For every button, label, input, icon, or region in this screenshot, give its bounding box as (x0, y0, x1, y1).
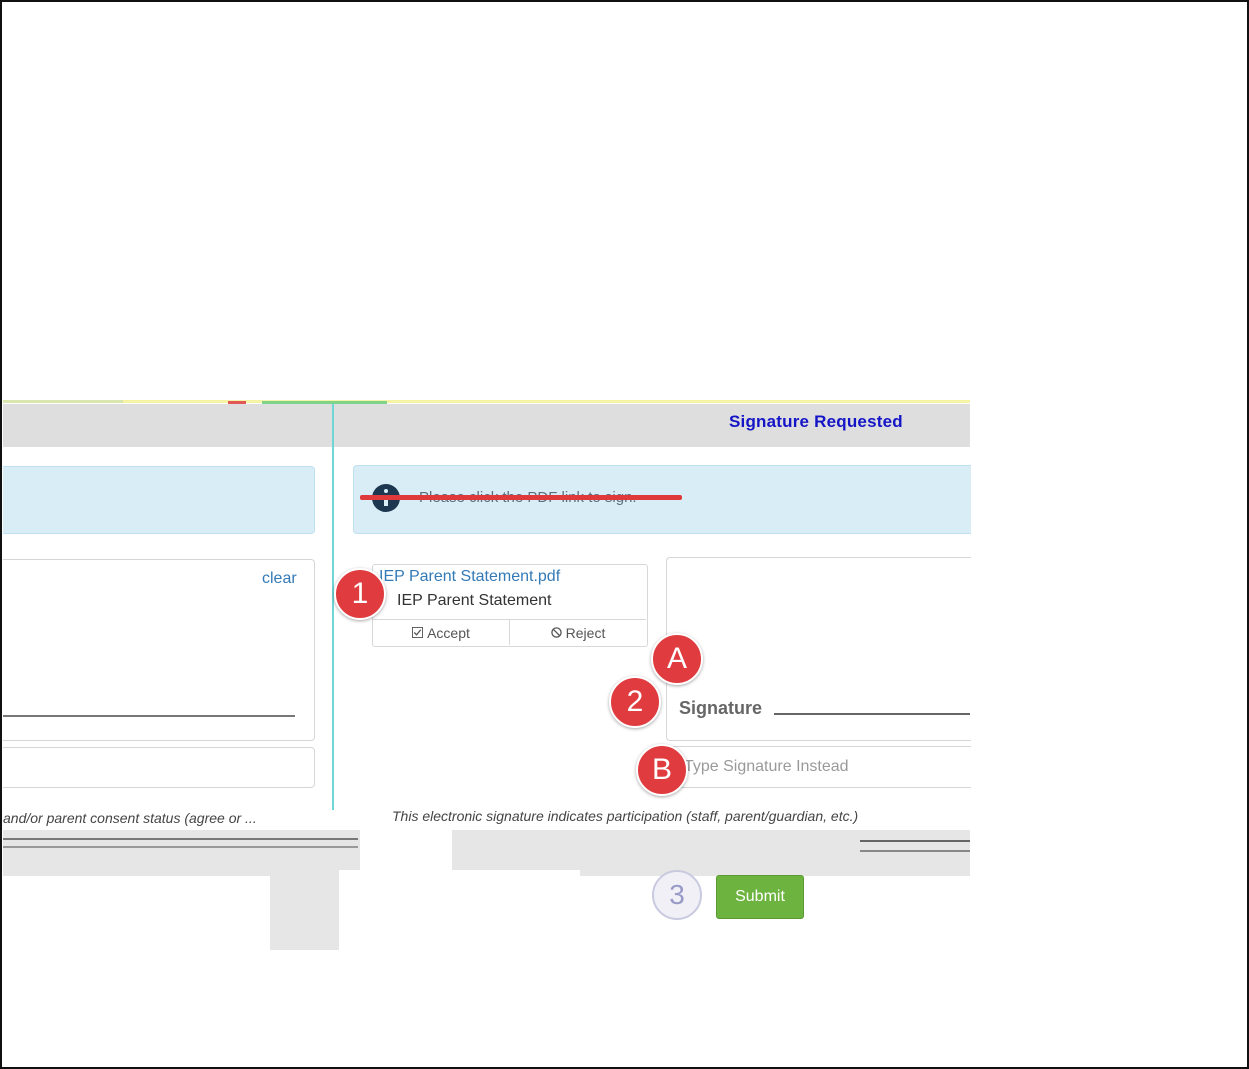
accept-button[interactable]: Accept (373, 620, 510, 645)
lower-area (339, 870, 652, 950)
footer-rule (3, 846, 358, 848)
footer-rule (860, 840, 970, 842)
panel-divider (332, 404, 334, 810)
reject-button[interactable]: Reject (510, 620, 646, 645)
submit-button[interactable]: Submit (716, 875, 804, 919)
left-panel-header (3, 404, 332, 447)
document-title: IEP Parent Statement (397, 592, 552, 609)
signature-disclaimer: This electronic signature indicates part… (392, 808, 859, 824)
signature-line (774, 713, 970, 715)
left-type-signature-input[interactable] (3, 747, 315, 788)
footer-rule (860, 850, 970, 852)
left-info-alert (3, 466, 315, 534)
step-badge-b: B (636, 744, 688, 796)
step-badge-3: 3 (652, 870, 702, 920)
signature-requested-status: Signature Requested (729, 412, 903, 431)
ban-icon (550, 627, 562, 638)
top-strip-left (3, 400, 123, 403)
left-disclaimer: and/or parent consent status (agree or .… (3, 810, 257, 826)
accept-label: Accept (427, 624, 470, 641)
step-badge-a: A (651, 633, 703, 685)
step-badge-2: 2 (609, 676, 661, 728)
footer-rule (3, 838, 358, 840)
pdf-link[interactable]: IEP Parent Statement.pdf (379, 568, 560, 586)
lower-grey-block (270, 876, 339, 950)
type-signature-placeholder: Type Signature Instead (684, 758, 849, 775)
reject-label: Reject (565, 624, 606, 641)
signature-label: Signature (679, 698, 763, 718)
clear-link[interactable]: clear (262, 570, 297, 588)
footer-gap (360, 830, 452, 870)
strike-through-annotation (360, 495, 682, 500)
step-badge-1: 1 (334, 568, 386, 620)
checkbox-icon (412, 627, 424, 638)
lower-area (3, 876, 270, 950)
top-strip (3, 400, 970, 403)
left-signature-line (3, 715, 295, 717)
